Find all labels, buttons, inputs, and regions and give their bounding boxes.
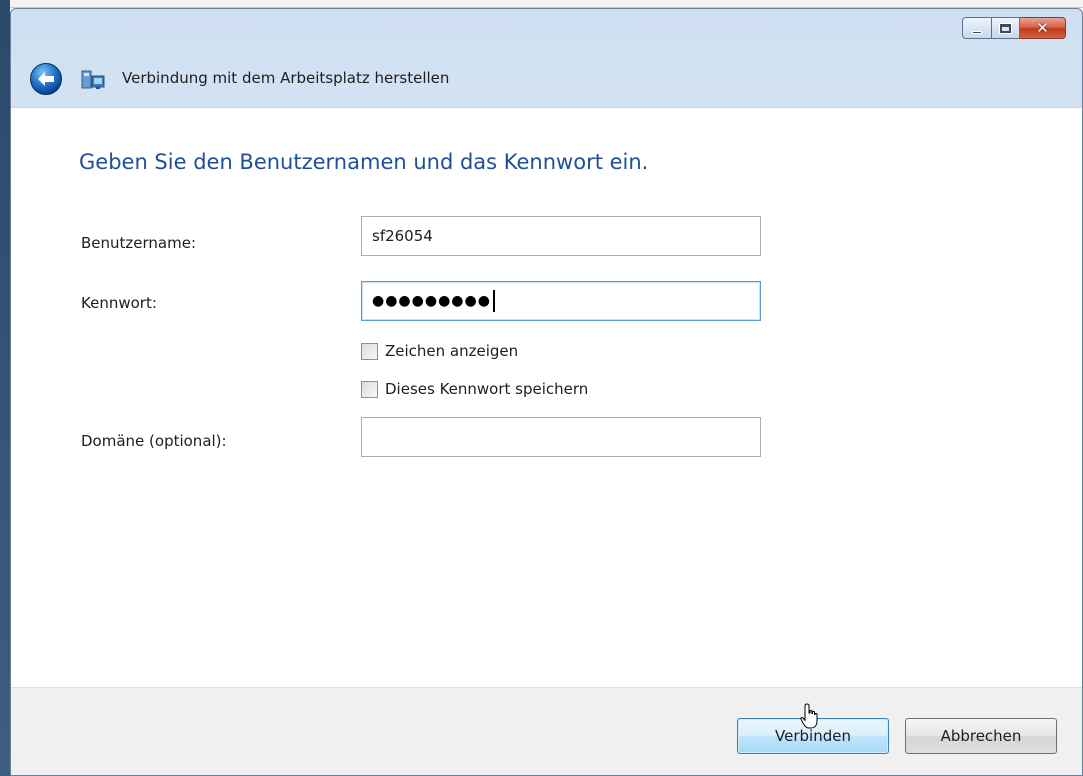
close-button[interactable]: ✕ — [1020, 17, 1066, 39]
back-arrow-icon — [30, 63, 62, 95]
save-password-checkbox-row[interactable]: Dieses Kennwort speichern — [361, 380, 588, 398]
desktop-edge — [0, 0, 10, 776]
window-controls: ✕ — [962, 17, 1066, 39]
show-characters-checkbox[interactable] — [361, 342, 378, 360]
domain-input[interactable] — [361, 417, 761, 457]
remote-desktop-icon — [81, 70, 105, 89]
username-input[interactable]: sf26054 — [361, 216, 761, 256]
domain-label: Domäne (optional): — [81, 432, 227, 450]
dialog-heading: Geben Sie den Benutzernamen und das Kenn… — [79, 150, 649, 174]
show-characters-label[interactable]: Zeichen anzeigen — [385, 342, 518, 360]
mouse-cursor-icon — [800, 703, 818, 729]
close-icon: ✕ — [1036, 18, 1049, 37]
app-icon-container — [81, 68, 105, 90]
button-footer: Verbinden Abbrechen — [11, 687, 1082, 775]
title-bar[interactable]: ✕ — [11, 9, 1082, 55]
dialog-window: ✕ Verbindung mit dem Arbeitsplatz herste… — [10, 8, 1083, 776]
minimize-icon — [972, 30, 982, 34]
back-button[interactable] — [29, 62, 63, 96]
content-panel: Geben Sie den Benutzernamen und das Kenn… — [11, 107, 1082, 687]
maximize-icon — [999, 22, 1012, 34]
text-caret — [492, 290, 495, 312]
save-password-checkbox[interactable] — [361, 380, 378, 398]
username-label: Benutzername: — [81, 234, 197, 252]
minimize-button[interactable] — [962, 17, 992, 39]
window-title: Verbindung mit dem Arbeitsplatz herstell… — [122, 69, 450, 87]
navigation-bar: Verbindung mit dem Arbeitsplatz herstell… — [11, 59, 1082, 99]
show-characters-checkbox-row[interactable]: Zeichen anzeigen — [361, 342, 518, 360]
save-password-label[interactable]: Dieses Kennwort speichern — [385, 380, 588, 398]
username-value: sf26054 — [372, 227, 433, 245]
password-label: Kennwort: — [81, 294, 157, 312]
cancel-button[interactable]: Abbrechen — [905, 718, 1057, 754]
desktop-top-strip — [0, 0, 1083, 8]
maximize-button[interactable] — [992, 17, 1020, 39]
password-input[interactable]: ●●●●●●●●● — [361, 281, 761, 321]
password-value: ●●●●●●●●● — [372, 293, 491, 309]
